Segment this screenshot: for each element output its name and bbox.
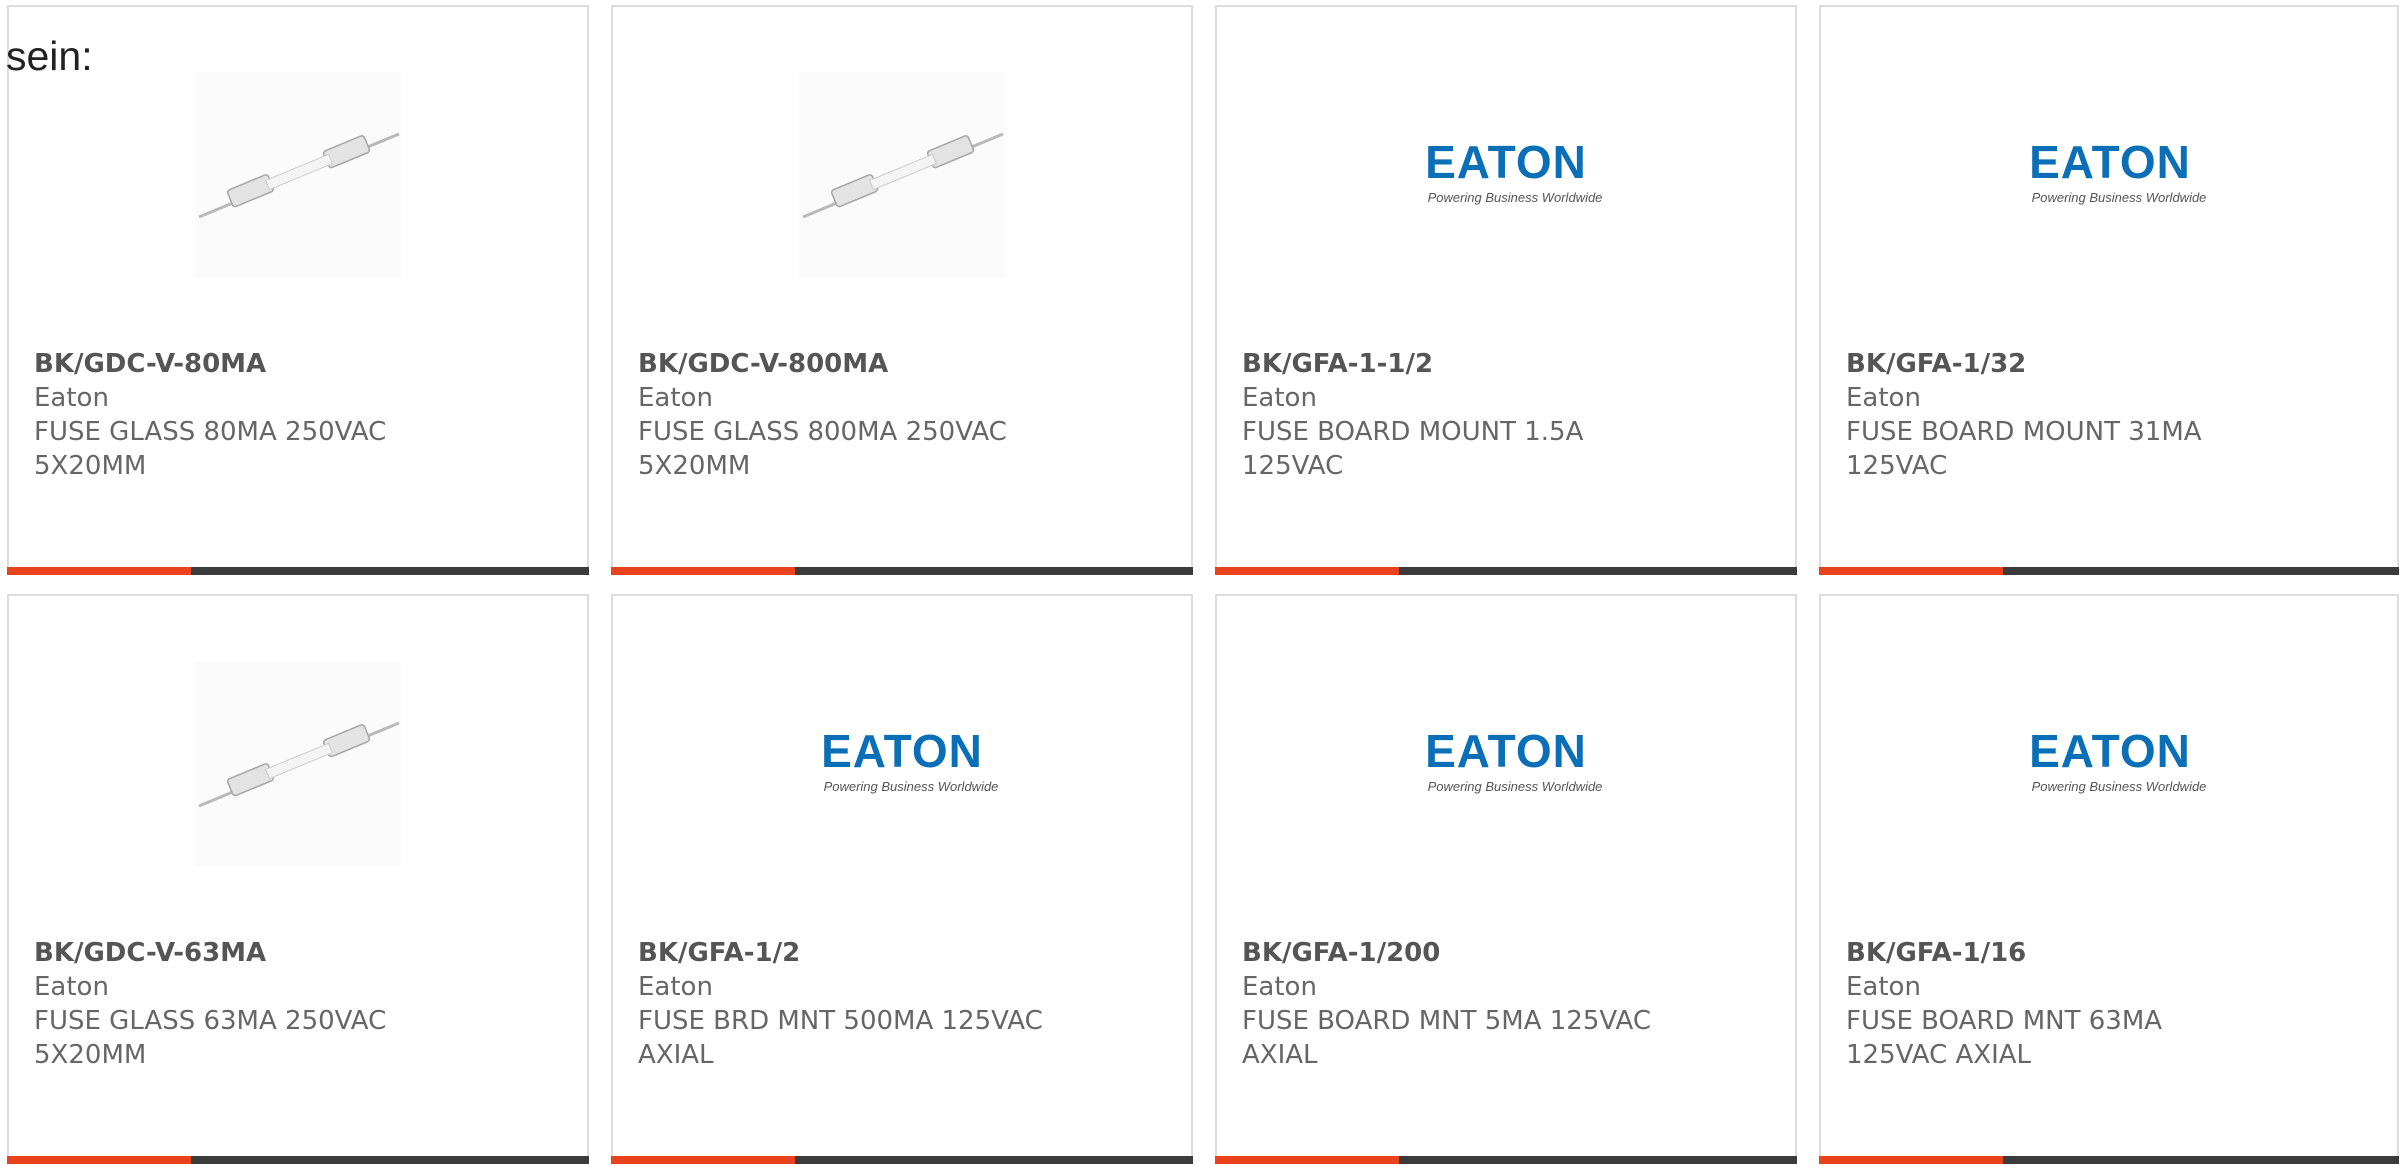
card-footer-accent bbox=[7, 1156, 191, 1164]
eaton-logo: EATON Powering Business Worldwide bbox=[1403, 661, 1609, 867]
card-footer-bar bbox=[7, 1156, 589, 1164]
product-description: FUSE GLASS 63MA 250VAC 5X20MM bbox=[34, 1006, 387, 1070]
eaton-logo: EATON Powering Business Worldwide bbox=[1403, 72, 1609, 278]
part-number-link[interactable]: BK/GFA-1/16 bbox=[1846, 936, 2366, 970]
card-footer-accent bbox=[611, 567, 795, 575]
part-number-link[interactable]: BK/GFA-1/200 bbox=[1242, 936, 1762, 970]
intro-text: sein: bbox=[6, 33, 93, 79]
product-info: BK/GDC-V-800MA Eaton FUSE GLASS 800MA 25… bbox=[638, 347, 1158, 483]
logo-tagline: Powering Business Worldwide bbox=[1428, 779, 1603, 794]
card-footer-bar bbox=[1215, 567, 1797, 575]
card-footer-accent bbox=[611, 1156, 795, 1164]
manufacturer-name: Eaton bbox=[34, 383, 109, 413]
logo-word: EATON bbox=[2029, 140, 2191, 188]
manufacturer-name: Eaton bbox=[1846, 972, 1921, 1002]
logo-tagline: Powering Business Worldwide bbox=[824, 779, 999, 794]
product-info: BK/GFA-1/200 Eaton FUSE BOARD MNT 5MA 12… bbox=[1242, 936, 1762, 1072]
product-card[interactable]: EATON Powering Business Worldwide BK/GFA… bbox=[1819, 594, 2399, 1164]
card-footer-bar bbox=[1215, 1156, 1797, 1164]
product-info: BK/GDC-V-80MA Eaton FUSE GLASS 80MA 250V… bbox=[34, 347, 554, 483]
product-description: FUSE BOARD MOUNT 31MA 125VAC bbox=[1846, 417, 2202, 481]
logo-word: EATON bbox=[2029, 729, 2191, 777]
product-description: FUSE BOARD MNT 63MA 125VAC AXIAL bbox=[1846, 1006, 2163, 1070]
part-number-link[interactable]: BK/GFA-1-1/2 bbox=[1242, 347, 1762, 381]
manufacturer-name: Eaton bbox=[34, 972, 109, 1002]
manufacturer-name: Eaton bbox=[638, 383, 713, 413]
manufacturer-name: Eaton bbox=[638, 972, 713, 1002]
logo-word: EATON bbox=[1425, 140, 1587, 188]
fuse-photo-icon bbox=[799, 72, 1005, 278]
card-footer-accent bbox=[1215, 1156, 1399, 1164]
part-number-link[interactable]: BK/GDC-V-80MA bbox=[34, 347, 554, 381]
product-description: FUSE BOARD MNT 5MA 125VAC AXIAL bbox=[1242, 1006, 1651, 1070]
part-number-link[interactable]: BK/GFA-1/32 bbox=[1846, 347, 2366, 381]
logo-word: EATON bbox=[1425, 729, 1587, 777]
product-description: FUSE BOARD MOUNT 1.5A 125VAC bbox=[1242, 417, 1584, 481]
product-description: FUSE GLASS 800MA 250VAC 5X20MM bbox=[638, 417, 1007, 481]
logo-tagline: Powering Business Worldwide bbox=[2032, 779, 2207, 794]
eaton-logo: EATON Powering Business Worldwide bbox=[2007, 661, 2213, 867]
card-footer-accent bbox=[1215, 567, 1399, 575]
card-footer-bar bbox=[1819, 567, 2399, 575]
eaton-logo: EATON Powering Business Worldwide bbox=[799, 661, 1005, 867]
manufacturer-name: Eaton bbox=[1242, 383, 1317, 413]
card-footer-bar bbox=[7, 567, 589, 575]
part-number-link[interactable]: BK/GFA-1/2 bbox=[638, 936, 1158, 970]
logo-tagline: Powering Business Worldwide bbox=[2032, 190, 2207, 205]
product-card[interactable]: BK/GDC-V-80MA Eaton FUSE GLASS 80MA 250V… bbox=[7, 5, 589, 575]
card-footer-bar bbox=[611, 567, 1193, 575]
eaton-logo: EATON Powering Business Worldwide bbox=[2007, 72, 2213, 278]
product-card[interactable]: EATON Powering Business Worldwide BK/GFA… bbox=[1215, 5, 1797, 575]
fuse-photo-icon bbox=[195, 72, 401, 278]
product-card[interactable]: EATON Powering Business Worldwide BK/GFA… bbox=[1819, 5, 2399, 575]
product-card[interactable]: EATON Powering Business Worldwide BK/GFA… bbox=[611, 594, 1193, 1164]
product-info: BK/GFA-1/32 Eaton FUSE BOARD MOUNT 31MA … bbox=[1846, 347, 2366, 483]
logo-word: EATON bbox=[821, 729, 983, 777]
product-info: BK/GFA-1/16 Eaton FUSE BOARD MNT 63MA 12… bbox=[1846, 936, 2366, 1072]
manufacturer-name: Eaton bbox=[1242, 972, 1317, 1002]
product-card[interactable]: BK/GDC-V-63MA Eaton FUSE GLASS 63MA 250V… bbox=[7, 594, 589, 1164]
card-footer-accent bbox=[7, 567, 191, 575]
fuse-photo-icon bbox=[195, 661, 401, 867]
product-description: FUSE GLASS 80MA 250VAC 5X20MM bbox=[34, 417, 387, 481]
product-grid-page: sein: BK/GDC-V-80MA Eaton FUSE GLASS 80M… bbox=[0, 0, 2400, 1167]
card-footer-bar bbox=[1819, 1156, 2399, 1164]
card-footer-accent bbox=[1819, 1156, 2003, 1164]
manufacturer-name: Eaton bbox=[1846, 383, 1921, 413]
part-number-link[interactable]: BK/GDC-V-63MA bbox=[34, 936, 554, 970]
product-description: FUSE BRD MNT 500MA 125VAC AXIAL bbox=[638, 1006, 1043, 1070]
part-number-link[interactable]: BK/GDC-V-800MA bbox=[638, 347, 1158, 381]
card-footer-accent bbox=[1819, 567, 2003, 575]
product-info: BK/GDC-V-63MA Eaton FUSE GLASS 63MA 250V… bbox=[34, 936, 554, 1072]
product-info: BK/GFA-1-1/2 Eaton FUSE BOARD MOUNT 1.5A… bbox=[1242, 347, 1762, 483]
product-info: BK/GFA-1/2 Eaton FUSE BRD MNT 500MA 125V… bbox=[638, 936, 1158, 1072]
logo-tagline: Powering Business Worldwide bbox=[1428, 190, 1603, 205]
product-card[interactable]: EATON Powering Business Worldwide BK/GFA… bbox=[1215, 594, 1797, 1164]
card-footer-bar bbox=[611, 1156, 1193, 1164]
product-card[interactable]: BK/GDC-V-800MA Eaton FUSE GLASS 800MA 25… bbox=[611, 5, 1193, 575]
